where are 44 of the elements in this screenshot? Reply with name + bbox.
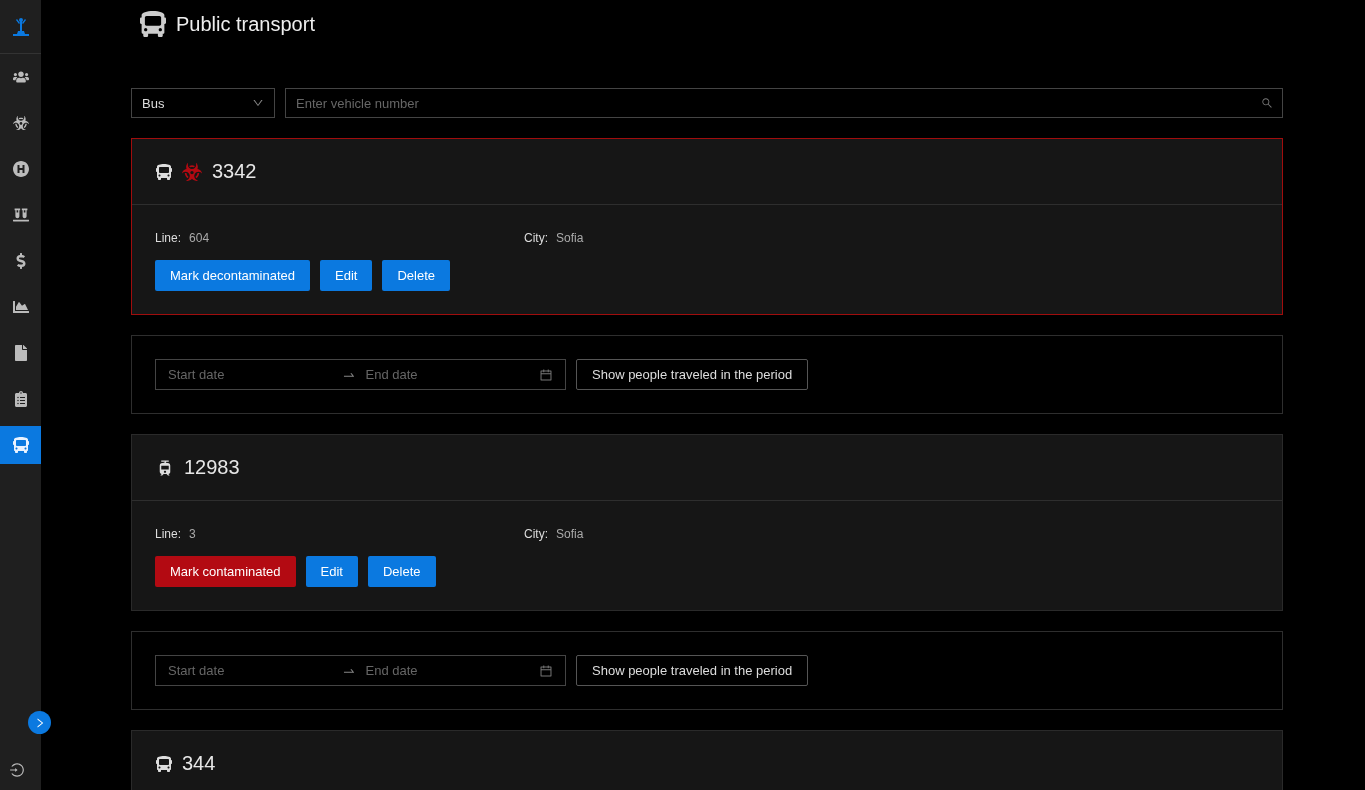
sidebar-item[interactable] xyxy=(0,426,41,464)
calendar-icon xyxy=(539,663,553,678)
field-label: City: xyxy=(524,231,548,245)
date-range-field[interactable]: Start date End date xyxy=(155,359,566,390)
contamination-toggle-button[interactable]: Mark contaminated xyxy=(155,556,296,587)
field-value: Sofia xyxy=(556,527,584,541)
chevron-down-icon xyxy=(252,97,264,109)
logo-icon xyxy=(11,16,30,37)
people-icon xyxy=(12,69,29,85)
file-icon xyxy=(12,345,29,361)
edit-button[interactable]: Edit xyxy=(305,556,358,587)
bus-icon xyxy=(140,11,166,37)
delete-button[interactable]: Delete xyxy=(367,556,436,587)
delete-button[interactable]: Delete xyxy=(382,260,450,291)
field-value: 604 xyxy=(189,231,210,245)
field-value: 3 xyxy=(189,527,196,541)
vials-icon xyxy=(12,207,29,223)
vehicle-type-select[interactable]: Bus xyxy=(131,88,275,118)
field-label: Line: xyxy=(155,527,182,541)
field-value: Sofia xyxy=(556,231,584,245)
bus-icon xyxy=(156,755,172,772)
bus-icon xyxy=(12,437,29,453)
calendar-icon xyxy=(539,367,553,382)
show-people-button[interactable]: Show people traveled in the period xyxy=(576,359,809,390)
field-label: City: xyxy=(524,527,548,541)
page-title: Public transport xyxy=(176,12,315,36)
biohazard-icon xyxy=(12,115,29,131)
vehicle-number: 12983 xyxy=(184,456,240,479)
expand-sidebar-button[interactable] xyxy=(28,711,51,734)
contamination-toggle-button[interactable]: Mark decontaminated xyxy=(155,260,310,291)
search-icon xyxy=(1261,97,1273,109)
logout-icon[interactable] xyxy=(9,762,25,778)
clipboard-icon xyxy=(12,391,29,407)
bus-icon xyxy=(156,163,172,180)
vehicle-number: 3342 xyxy=(212,160,257,183)
field-label: Line: xyxy=(155,231,182,245)
vehicle-number: 344 xyxy=(182,752,216,775)
edit-button[interactable]: Edit xyxy=(320,260,373,291)
show-people-button[interactable]: Show people traveled in the period xyxy=(576,655,809,686)
search-field[interactable]: Enter vehicle number xyxy=(285,88,1283,118)
biohazard-icon xyxy=(182,161,202,182)
hospital-icon xyxy=(12,161,29,177)
chart-icon xyxy=(12,299,29,315)
date-range-field[interactable]: Start date End date xyxy=(155,655,566,686)
